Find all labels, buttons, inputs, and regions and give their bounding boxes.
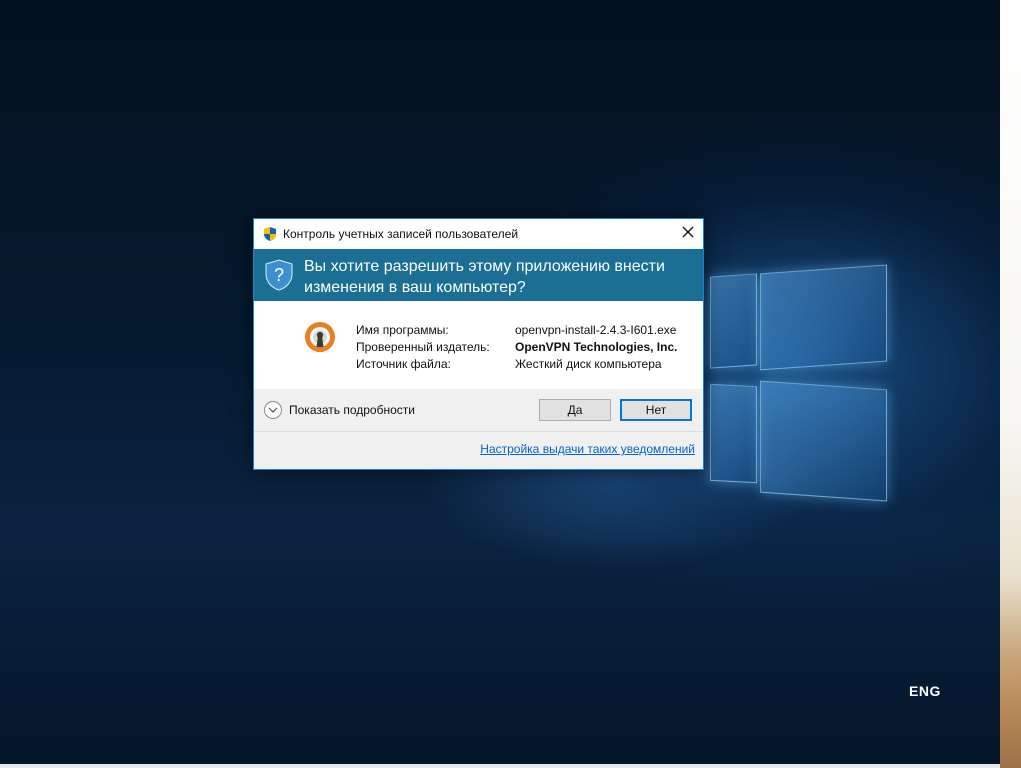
publisher-value: OpenVPN Technologies, Inc.: [515, 340, 678, 354]
close-icon: [682, 225, 694, 243]
language-indicator[interactable]: ENG: [909, 683, 941, 699]
notification-settings-link[interactable]: Настройка выдачи таких уведомлений: [480, 442, 695, 456]
file-source-label: Источник файла:: [356, 357, 451, 371]
program-name-value: openvpn-install-2.4.3-I601.exe: [515, 323, 677, 337]
dialog-title: Контроль учетных записей пользователей: [283, 227, 519, 241]
svg-text:?: ?: [274, 265, 284, 285]
show-details-toggle[interactable]: Показать подробности: [264, 401, 415, 419]
windows-logo: [700, 255, 890, 505]
uac-shield-icon: [262, 226, 278, 242]
program-name-label: Имя программы:: [356, 323, 449, 337]
publisher-label: Проверенный издатель:: [356, 340, 490, 354]
uac-dialog: Контроль учетных записей пользователей ?…: [253, 218, 704, 470]
chevron-down-icon: [264, 401, 282, 419]
openvpn-icon: [303, 321, 337, 355]
question-shield-icon: ?: [265, 259, 293, 291]
bottom-edge: [0, 764, 1000, 768]
question-text: Вы хотите разрешить этому приложению вне…: [304, 258, 665, 296]
question-banner: ? Вы хотите разрешить этому приложению в…: [254, 249, 703, 301]
dialog-footer: Показать подробности Да Нет Настройка вы…: [254, 389, 703, 469]
yes-button[interactable]: Да: [539, 399, 611, 421]
file-source-value: Жесткий диск компьютера: [515, 357, 662, 371]
footer-divider: [254, 431, 703, 432]
program-info: Имя программы: openvpn-install-2.4.3-I60…: [254, 301, 703, 389]
no-button[interactable]: Нет: [620, 399, 692, 421]
close-button[interactable]: [674, 221, 702, 247]
dialog-titlebar: Контроль учетных записей пользователей: [254, 219, 703, 249]
secondary-screen-edge: [1000, 0, 1021, 768]
show-details-label: Показать подробности: [289, 403, 415, 417]
